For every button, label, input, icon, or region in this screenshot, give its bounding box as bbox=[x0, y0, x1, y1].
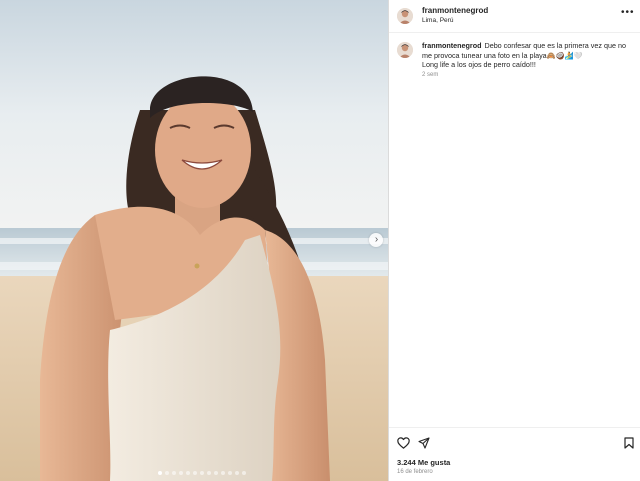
chevron-right-icon: › bbox=[374, 234, 379, 245]
likes-count[interactable]: 3.244 Me gusta bbox=[397, 458, 450, 467]
carousel-dot bbox=[193, 471, 197, 475]
post-side-panel: franmontenegrod Lima, Perú ••• franmonte… bbox=[389, 0, 640, 481]
carousel-next-button[interactable]: › bbox=[369, 233, 383, 247]
carousel-dot bbox=[214, 471, 218, 475]
carousel-dots bbox=[158, 471, 246, 475]
carousel-dot bbox=[172, 471, 176, 475]
caption-timestamp[interactable]: 2 sem bbox=[422, 72, 438, 78]
post-caption: franmontenegrod Debo confesar que es la p… bbox=[422, 41, 628, 70]
post-location[interactable]: Lima, Perú bbox=[422, 17, 453, 24]
caption-username[interactable]: franmontenegrod bbox=[422, 41, 482, 50]
carousel-dot bbox=[200, 471, 204, 475]
carousel-dot bbox=[179, 471, 183, 475]
post-author-username[interactable]: franmontenegrod bbox=[422, 6, 488, 15]
carousel-dot bbox=[221, 471, 225, 475]
heart-icon[interactable] bbox=[397, 437, 410, 449]
photo-woman-beach bbox=[0, 0, 388, 481]
carousel-dot bbox=[207, 471, 211, 475]
avatar[interactable] bbox=[397, 42, 413, 58]
more-horizontal-icon[interactable]: ••• bbox=[621, 7, 635, 18]
avatar[interactable] bbox=[397, 8, 413, 24]
carousel-dot bbox=[186, 471, 190, 475]
post-date[interactable]: 16 de febrero bbox=[397, 469, 433, 475]
actions-divider bbox=[389, 427, 640, 428]
caption-text-line2: Long life a los ojos de perro caído!!! bbox=[422, 60, 536, 70]
bookmark-icon[interactable] bbox=[624, 437, 634, 449]
carousel-dot bbox=[228, 471, 232, 475]
carousel-dot bbox=[242, 471, 246, 475]
carousel-dot bbox=[235, 471, 239, 475]
post-media[interactable]: › bbox=[0, 0, 388, 481]
carousel-dot bbox=[158, 471, 162, 475]
send-icon[interactable] bbox=[418, 437, 430, 449]
carousel-dot bbox=[165, 471, 169, 475]
post-header: franmontenegrod Lima, Perú ••• bbox=[389, 0, 640, 33]
